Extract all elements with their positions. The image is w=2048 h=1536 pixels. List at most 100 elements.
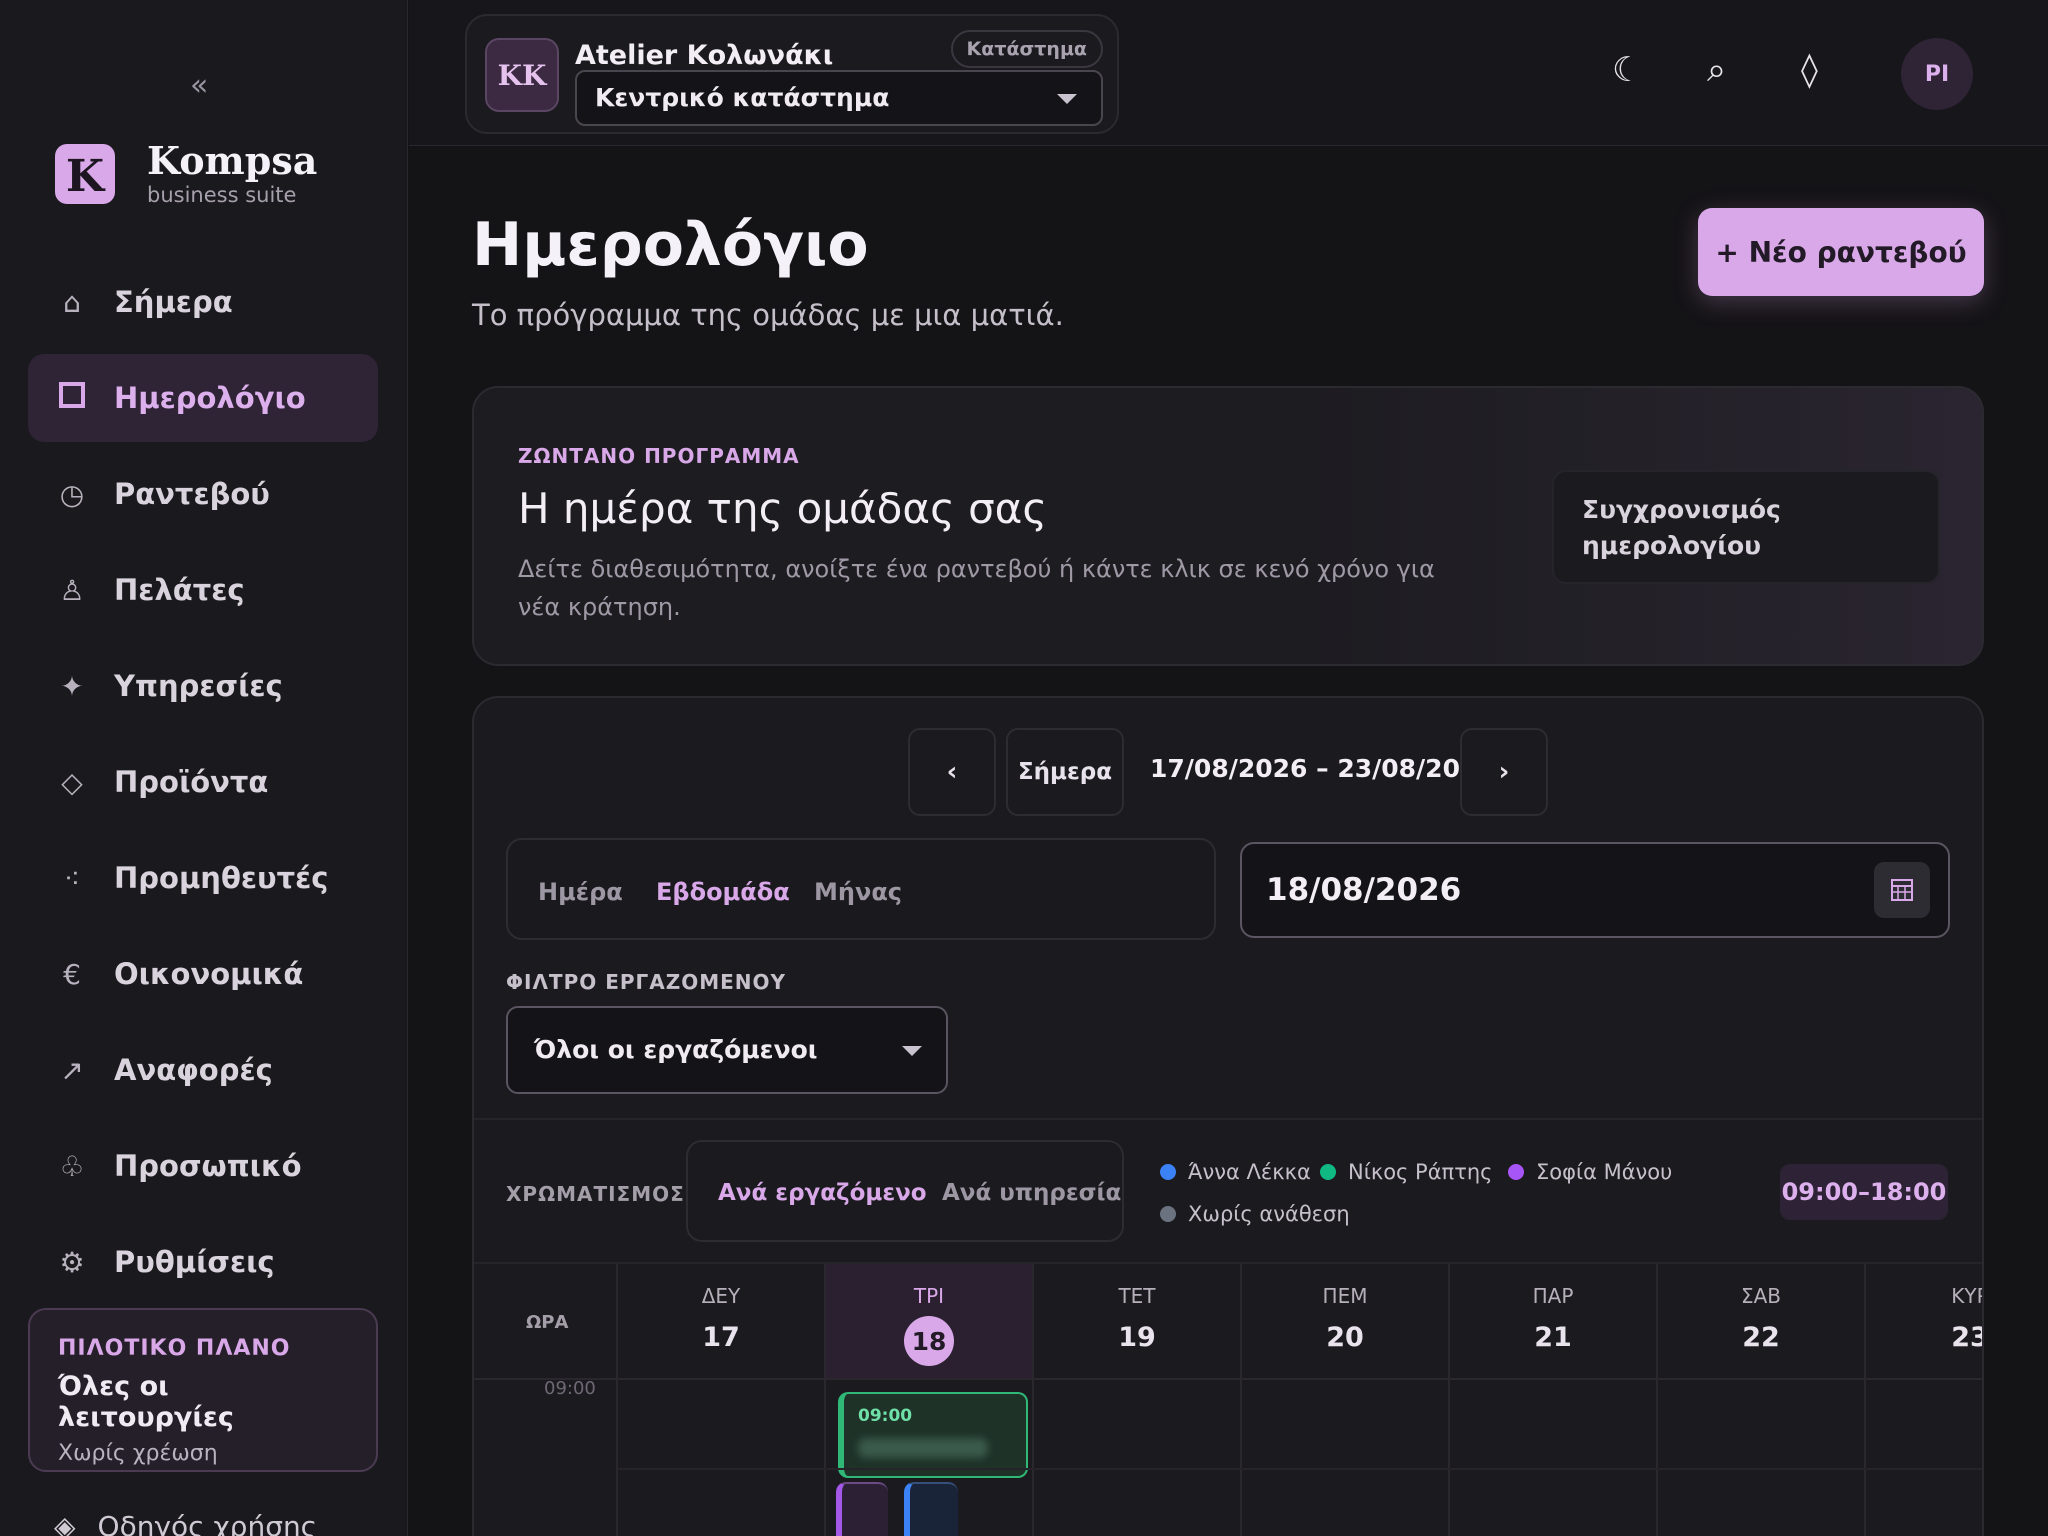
sidebar-item-staff[interactable]: ♧ Προσωπικό	[28, 1122, 378, 1210]
sidebar-item-label: Υπηρεσίες	[114, 669, 283, 703]
sidebar-item-calendar[interactable]: Ημερολόγιο	[28, 354, 378, 442]
euro-icon: €	[63, 957, 81, 991]
date-input-value: 18/08/2026	[1266, 872, 1462, 908]
guide-icon: ◈	[54, 1510, 76, 1536]
employee-filter-select[interactable]: Όλοι οι εργαζόμενοι	[506, 1006, 948, 1094]
sidebar-item-label: Ραντεβού	[114, 477, 270, 511]
home-icon: ⌂	[63, 285, 81, 319]
user-guide-link[interactable]: ◈ Οδηγός χρήσης	[54, 1510, 317, 1536]
legend-dot	[1508, 1164, 1524, 1180]
calendar-picker-icon[interactable]	[1874, 862, 1930, 918]
tab-month[interactable]: Μήνας	[814, 878, 902, 906]
hero-description: Δείτε διαθεσιμότητα, ανοίξτε ένα ραντεβο…	[518, 555, 1435, 621]
sidebar-item-appointments[interactable]: ◷ Ραντεβού	[28, 450, 378, 538]
sidebar: « K Kompsa business suite ⌂ Σήμερα Ημερο…	[0, 0, 408, 1536]
sidebar-item-label: Προϊόντα	[114, 765, 269, 799]
svg-text:K: K	[66, 151, 106, 202]
kompsa-logo-icon: K	[55, 144, 115, 204]
appointment-card[interactable]: 09:00	[838, 1392, 1028, 1478]
legend-dot	[1160, 1164, 1176, 1180]
grid-header-divider	[474, 1264, 1982, 1380]
sidebar-item-reports[interactable]: ↗ Αναφορές	[28, 1026, 378, 1114]
chevron-down-icon	[902, 1046, 922, 1056]
legend-item: Νίκος Ράπτης	[1320, 1160, 1492, 1184]
new-appointment-button[interactable]: + Νέο ραντεβού	[1698, 208, 1984, 296]
legend-item: Σοφία Μάνου	[1508, 1160, 1672, 1184]
working-hours-badge: 09:00–18:00	[1780, 1164, 1948, 1220]
dots-icon: ⁖	[63, 861, 81, 895]
clock-icon: ◷	[59, 477, 85, 511]
sidebar-item-label: Αναφορές	[114, 1053, 273, 1087]
legend-dot	[1160, 1206, 1176, 1222]
sidebar-item-suppliers[interactable]: ⁖ Προμηθευτές	[28, 834, 378, 922]
legend-dot	[1320, 1164, 1336, 1180]
sidebar-item-label: Προσωπικό	[114, 1149, 302, 1183]
employee-filter-label: ΦΙΛΤΡΟ ΕΡΓΑΖΟΜΕΝΟΥ	[506, 970, 787, 994]
sidebar-item-products[interactable]: ◇ Προϊόντα	[28, 738, 378, 826]
tab-by-employee[interactable]: Ανά εργαζόμενο	[718, 1180, 927, 1206]
gear-icon: ⚙	[59, 1245, 85, 1279]
collapse-sidebar-button[interactable]: «	[190, 68, 208, 103]
date-input[interactable]: 18/08/2026	[1240, 842, 1950, 938]
appointment-title-redacted	[858, 1438, 988, 1458]
sync-calendar-button[interactable]: Συγχρονισμός ημερολογίου	[1552, 470, 1940, 584]
date-range: 17/08/2026 – 23/08/2026	[1150, 754, 1495, 783]
store-name: Atelier Κολωνάκι	[575, 40, 834, 71]
diamond-icon[interactable]: ◊	[1801, 50, 1818, 90]
live-schedule-card: ΖΩΝΤΑΝΟ ΠΡΟΓΡΑΜΜΑ Η ημέρα της ομάδας σας…	[472, 386, 1984, 666]
store-select[interactable]: Κεντρικό κατάστημα	[575, 70, 1103, 126]
sidebar-item-settings[interactable]: ⚙ Ρυθμίσεις	[28, 1218, 378, 1306]
legend-item: Άννα Λέκκα	[1160, 1160, 1311, 1184]
calendar-square-icon	[54, 380, 90, 417]
plan-subtitle: Χωρίς χρέωση	[58, 1441, 218, 1466]
coloring-row: ΧΡΩΜΑΤΙΣΜΟΣ Ανά εργαζόμενο Ανά υπηρεσία …	[474, 1118, 1982, 1264]
brand[interactable]: K Kompsa business suite	[55, 140, 317, 208]
search-icon[interactable]: ⌕	[1707, 50, 1726, 90]
store-avatar: KK	[485, 38, 559, 112]
sidebar-item-label: Σήμερα	[114, 285, 233, 319]
sidebar-item-label: Οικονομικά	[114, 957, 304, 991]
coloring-switcher: Ανά εργαζόμενο Ανά υπηρεσία	[686, 1140, 1124, 1242]
legend-label: Νίκος Ράπτης	[1348, 1160, 1493, 1184]
club-icon: ♧	[59, 1149, 85, 1183]
sparkle-icon: ✦	[60, 669, 84, 703]
appointment-card[interactable]	[904, 1482, 958, 1536]
employee-filter-value: Όλοι οι εργαζόμενοι	[534, 1035, 818, 1064]
next-week-button[interactable]: ›	[1460, 728, 1548, 816]
coloring-label: ΧΡΩΜΑΤΙΣΜΟΣ	[506, 1182, 685, 1206]
page-title: Ημερολόγιο	[472, 210, 869, 280]
sidebar-item-label: Προμηθευτές	[114, 861, 329, 895]
arrow-up-right-icon: ↗	[60, 1053, 84, 1087]
appointment-time: 09:00	[858, 1406, 913, 1426]
plan-title: Όλες οι λειτουργίες	[58, 1371, 234, 1433]
legend-label: Χωρίς ανάθεση	[1188, 1202, 1350, 1226]
tab-by-service[interactable]: Ανά υπηρεσία	[942, 1180, 1121, 1206]
guide-label: Οδηγός χρήσης	[97, 1510, 318, 1536]
store-switcher: KK Atelier Κολωνάκι Κατάστημα Κεντρικό κ…	[465, 14, 1119, 134]
moon-icon[interactable]: ☾	[1612, 50, 1642, 90]
week-grid: ΩΡΑ 09:00 ΔΕΥ 17 ΤΡΙ 18 09:00 ΤΕΤ 19 ΠΕΜ…	[474, 1264, 1982, 1536]
sidebar-item-services[interactable]: ✦ Υπηρεσίες	[28, 642, 378, 730]
legend-label: Σοφία Μάνου	[1536, 1160, 1673, 1184]
hero-title: Η ημέρα της ομάδας σας	[518, 484, 1048, 533]
sidebar-item-finance[interactable]: € Οικονομικά	[28, 930, 378, 1018]
legend-item: Χωρίς ανάθεση	[1160, 1202, 1350, 1226]
calendar-panel: ‹ Σήμερα 17/08/2026 – 23/08/2026 › Ημέρα…	[472, 696, 1984, 1536]
view-switcher: Ημέρα Εβδομάδα Μήνας	[506, 838, 1216, 940]
hero-tag: ΖΩΝΤΑΝΟ ΠΡΟΓΡΑΜΜΑ	[518, 444, 800, 468]
sidebar-item-today[interactable]: ⌂ Σήμερα	[28, 258, 378, 346]
sidebar-nav: ⌂ Σήμερα Ημερολόγιο ◷ Ραντεβού ♙ Πελάτες…	[28, 258, 378, 1314]
tab-day[interactable]: Ημέρα	[538, 878, 623, 906]
brand-name: Kompsa	[147, 138, 318, 183]
today-button[interactable]: Σήμερα	[1006, 728, 1124, 816]
sidebar-item-label: Ημερολόγιο	[114, 381, 306, 415]
plan-tag: ΠΙΛΟΤΙΚΟ ΠΛΑΝΟ	[58, 1336, 291, 1361]
plan-card[interactable]: ΠΙΛΟΤΙΚΟ ΠΛΑΝΟ Όλες οι λειτουργίες Χωρίς…	[28, 1308, 378, 1472]
prev-week-button[interactable]: ‹	[908, 728, 996, 816]
avatar[interactable]: PI	[1901, 38, 1973, 110]
appointment-card[interactable]	[836, 1482, 888, 1536]
tab-week[interactable]: Εβδομάδα	[656, 878, 790, 906]
legend-label: Άννα Λέκκα	[1188, 1160, 1311, 1184]
sidebar-item-clients[interactable]: ♙ Πελάτες	[28, 546, 378, 634]
topbar: KK Atelier Κολωνάκι Κατάστημα Κεντρικό κ…	[409, 0, 2048, 146]
